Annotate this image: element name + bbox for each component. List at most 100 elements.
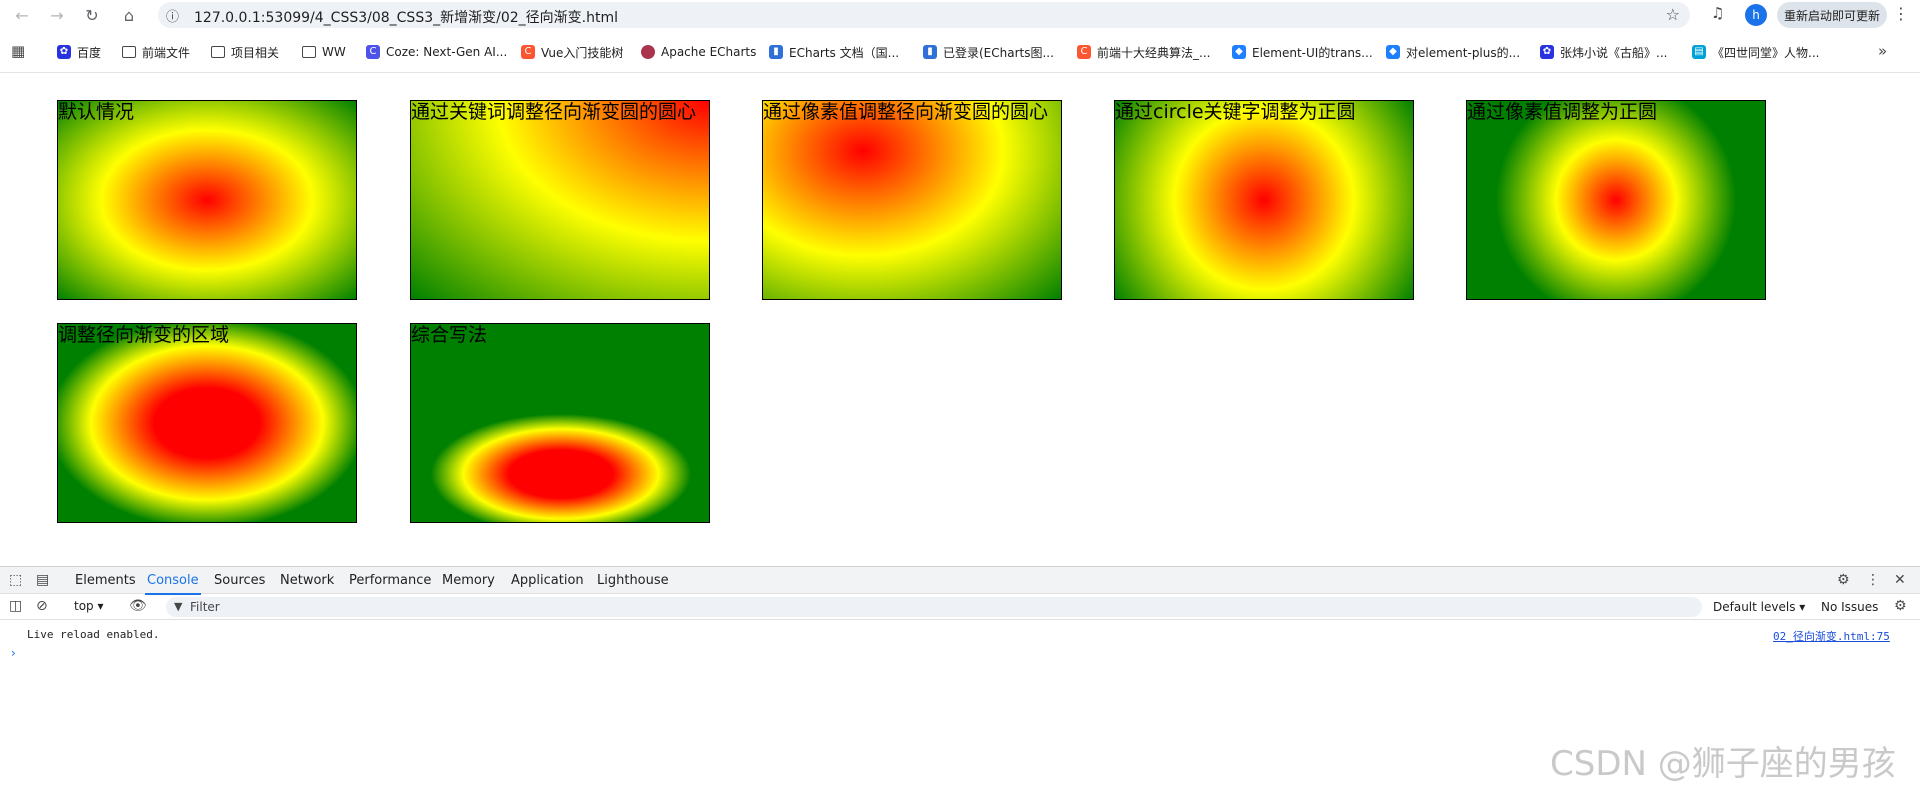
- address-bar[interactable]: ⓘ 127.0.0.1:53099/4_CSS3/08_CSS3_新增渐变/02…: [158, 2, 1690, 28]
- folder-icon: [122, 46, 136, 58]
- bookmark-folder[interactable]: 项目相关: [211, 43, 279, 61]
- box-caption: 综合写法: [411, 324, 488, 346]
- gradient-box-combined: 综合写法: [410, 323, 710, 523]
- back-arrow-icon[interactable]: ←: [10, 3, 34, 27]
- device-toolbar-icon[interactable]: ▤: [36, 572, 49, 588]
- url-text[interactable]: 127.0.0.1:53099/4_CSS3/08_CSS3_新增渐变/02_径…: [194, 7, 618, 27]
- echarts-icon: [641, 45, 655, 59]
- context-selector[interactable]: top ▾: [74, 599, 104, 613]
- folder-icon: [302, 46, 316, 58]
- eye-icon[interactable]: 👁: [129, 598, 147, 614]
- devtools-tab[interactable]: Memory: [442, 573, 495, 588]
- console-filter-input[interactable]: ▼ Filter: [166, 597, 1702, 617]
- bookmark-label: 前端十大经典算法_...: [1097, 45, 1211, 60]
- bookmark-label: 项目相关: [231, 45, 280, 60]
- bookmark-item[interactable]: ◆ 对element-plus的...: [1386, 43, 1520, 61]
- csdn-icon: C: [521, 45, 535, 59]
- apps-grid-icon[interactable]: ▦: [11, 42, 25, 60]
- browser-menu-icon[interactable]: ⋮: [1893, 4, 1909, 23]
- browser-toolbar: ← → ↻ ⌂ ⓘ 127.0.0.1:53099/4_CSS3/08_CSS3…: [0, 0, 1920, 30]
- bookmark-item[interactable]: ✿ 张炜小说《古船》...: [1540, 43, 1667, 61]
- reload-icon[interactable]: ↻: [80, 3, 104, 27]
- bookmark-label: WW: [322, 45, 346, 59]
- issues-counter[interactable]: No Issues: [1821, 600, 1878, 614]
- bookmark-item[interactable]: C 前端十大经典算法_...: [1077, 43, 1210, 61]
- bookmark-label: 对element-plus的...: [1406, 45, 1521, 60]
- bookmark-star-icon[interactable]: ☆: [1666, 5, 1680, 24]
- gradient-box-default: 默认情况: [57, 100, 357, 300]
- box-caption: 通过像素值调整径向渐变圆的圆心: [763, 101, 1049, 123]
- bookmark-item[interactable]: Apache ECharts: [641, 43, 756, 61]
- chart-icon: ▮: [923, 45, 937, 59]
- box-caption: 通过circle关键字调整为正圆: [1115, 101, 1356, 123]
- bookmark-item[interactable]: ✿ 百度: [57, 43, 101, 61]
- inspect-element-icon[interactable]: ⬚: [9, 572, 22, 588]
- devtools-tab-active[interactable]: Console: [145, 573, 201, 595]
- bookmark-label: 张炜小说《古船》...: [1560, 45, 1668, 60]
- box-caption: 调整径向渐变的区域: [58, 324, 230, 346]
- console-message: Live reload enabled.: [27, 628, 160, 641]
- bookmark-label: ECharts 文档（国...: [789, 45, 900, 60]
- gradient-box-pixel-center: 通过像素值调整径向渐变圆的圆心: [762, 100, 1062, 300]
- devtools-tab[interactable]: Application: [511, 573, 584, 588]
- forward-arrow-icon[interactable]: →: [45, 3, 69, 27]
- juejin-icon: ◆: [1386, 45, 1400, 59]
- box-caption: 通过像素值调整为正圆: [1467, 101, 1658, 123]
- bookmark-label: Apache ECharts: [661, 45, 757, 59]
- update-button[interactable]: 重新启动即可更新: [1777, 2, 1887, 28]
- profile-avatar[interactable]: h: [1745, 4, 1767, 26]
- juejin-icon: ◆: [1232, 45, 1246, 59]
- devtools-tab-bar: ⬚ ▤ Elements Console Sources Network Per…: [0, 566, 1920, 595]
- console-source-link[interactable]: 02_径向渐变.html:75: [1773, 628, 1890, 644]
- bookmark-label: Element-UI的trans...: [1252, 45, 1373, 60]
- box-caption: 通过关键词调整径向渐变圆的圆心: [411, 101, 697, 123]
- csdn-icon: C: [1077, 45, 1091, 59]
- console-prompt-icon[interactable]: ›: [11, 646, 16, 660]
- console-settings-icon[interactable]: ⚙: [1894, 598, 1907, 614]
- bookmark-label: Coze: Next-Gen AI...: [386, 45, 508, 59]
- chart-icon: ▮: [769, 45, 783, 59]
- bookmark-item[interactable]: ▤ 《四世同堂》人物...: [1692, 43, 1819, 61]
- folder-icon: [211, 46, 225, 58]
- bookmark-folder[interactable]: WW: [302, 43, 346, 61]
- bookmark-label: 《四世同堂》人物...: [1712, 45, 1820, 60]
- bookmarks-bar: ▦ ✿ 百度 前端文件 项目相关 WW C Coze: Next-Gen AI.…: [0, 38, 1920, 66]
- devtools-tab[interactable]: Network: [280, 573, 334, 588]
- sidebar-toggle-icon[interactable]: ◫: [9, 598, 22, 614]
- gradient-box-circle-keyword: 通过circle关键字调整为正圆: [1114, 100, 1414, 300]
- chrome-divider: [0, 72, 1920, 73]
- gradient-box-pixel-circle: 通过像素值调整为正圆: [1466, 100, 1766, 300]
- bilibili-icon: ▤: [1692, 45, 1706, 59]
- site-info-icon[interactable]: ⓘ: [166, 6, 179, 25]
- paw-icon: ✿: [57, 45, 71, 59]
- devtools-tab[interactable]: Performance: [349, 573, 431, 588]
- bookmark-label: 前端文件: [142, 45, 191, 60]
- devtools-tab[interactable]: Sources: [214, 573, 265, 588]
- gradient-box-color-stops: 调整径向渐变的区域: [57, 323, 357, 523]
- bookmarks-overflow-icon[interactable]: »: [1878, 42, 1887, 60]
- bookmark-item[interactable]: C Coze: Next-Gen AI...: [366, 43, 507, 61]
- devtools-tab[interactable]: Elements: [75, 573, 136, 588]
- log-levels-dropdown[interactable]: Default levels ▾: [1713, 600, 1805, 614]
- box-caption: 默认情况: [58, 101, 135, 123]
- console-message-row: Live reload enabled. 02_径向渐变.html:75: [0, 626, 1920, 644]
- clear-console-icon[interactable]: ⊘: [36, 598, 48, 614]
- bookmark-label: 百度: [77, 45, 102, 60]
- bookmark-label: 已登录(ECharts图...: [943, 45, 1054, 60]
- bookmark-item[interactable]: ◆ Element-UI的trans...: [1232, 43, 1373, 61]
- close-icon[interactable]: ✕: [1894, 572, 1906, 588]
- filter-icon: ▼: [174, 600, 183, 613]
- paw-icon: ✿: [1540, 45, 1554, 59]
- media-control-icon[interactable]: ♫: [1711, 4, 1724, 22]
- devtools-tab[interactable]: Lighthouse: [597, 573, 669, 588]
- bookmark-item[interactable]: C Vue入门技能树: [521, 43, 623, 61]
- settings-gear-icon[interactable]: ⚙: [1837, 572, 1850, 588]
- coze-icon: C: [366, 45, 380, 59]
- bookmark-item[interactable]: ▮ 已登录(ECharts图...: [923, 43, 1054, 61]
- devtools-menu-icon[interactable]: ⋮: [1866, 572, 1880, 588]
- bookmark-folder[interactable]: 前端文件: [122, 43, 190, 61]
- home-icon[interactable]: ⌂: [117, 3, 141, 27]
- gradient-box-keyword-center: 通过关键词调整径向渐变圆的圆心: [410, 100, 710, 300]
- console-toolbar: ◫ ⊘ top ▾ 👁 ▼ Filter Default levels ▾ No…: [0, 594, 1920, 620]
- bookmark-item[interactable]: ▮ ECharts 文档（国...: [769, 43, 899, 61]
